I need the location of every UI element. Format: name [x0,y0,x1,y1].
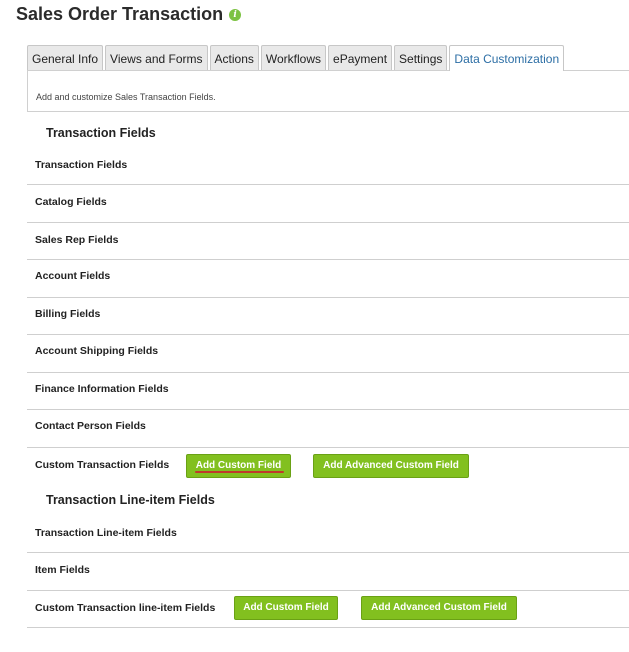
field-row-label: Item Fields [35,564,90,576]
field-row-label: Catalog Fields [35,196,107,208]
tab-data-customization[interactable]: Data Customization [449,45,565,71]
section-heading-line-item-fields: Transaction Line-item Fields [46,493,215,507]
tab-bar: General Info Views and Forms Actions Wor… [27,45,566,71]
field-row-label: Account Shipping Fields [35,345,159,357]
tab-epayment[interactable]: ePayment [328,45,393,70]
annotation-underline [195,471,284,473]
section-heading-transaction-fields: Transaction Fields [46,126,156,140]
field-row-label: Transaction Line-item Fields [35,527,177,539]
field-row-label: Contact Person Fields [35,420,146,432]
field-row[interactable]: Sales Rep Fields [27,223,629,260]
field-row[interactable]: Catalog Fields [27,185,629,223]
field-row[interactable]: Account Fields [27,260,629,298]
add-custom-field-label: Add Custom Field [195,460,282,471]
page-title: Sales Order Transaction i [16,4,242,25]
field-row-label: Finance Information Fields [35,383,169,395]
tab-workflows[interactable]: Workflows [260,45,327,70]
description-panel: Add and customize Sales Transaction Fiel… [27,70,629,112]
field-row-label: Account Fields [35,270,111,282]
field-row-label: Sales Rep Fields [35,234,119,246]
add-custom-field-button[interactable]: Add Custom Field [186,454,291,478]
tab-settings[interactable]: Settings [394,45,448,70]
field-row-label: Transaction Fields [35,159,128,171]
tab-views-and-forms[interactable]: Views and Forms [105,45,208,70]
field-row[interactable]: Transaction Fields [27,148,629,185]
add-custom-line-item-field-button[interactable]: Add Custom Field [234,596,338,620]
add-advanced-custom-field-button[interactable]: Add Advanced Custom Field [313,454,469,478]
field-row[interactable]: Billing Fields [27,298,629,335]
tab-actions[interactable]: Actions [209,45,259,70]
field-row[interactable]: Account Shipping Fields [27,335,629,373]
add-advanced-custom-line-item-field-button[interactable]: Add Advanced Custom Field [361,596,517,620]
field-row-label: Custom Transaction Fields [35,459,170,471]
info-icon[interactable]: i [229,8,242,21]
field-row[interactable]: Finance Information Fields [27,373,629,410]
tab-general-info[interactable]: General Info [27,45,104,70]
field-row[interactable]: Transaction Line-item Fields [27,515,629,553]
description-text: Add and customize Sales Transaction Fiel… [36,92,216,102]
field-row[interactable]: Item Fields [27,553,629,591]
field-row[interactable]: Contact Person Fields [27,410,629,448]
field-row-label: Custom Transaction line-item Fields [35,602,216,614]
field-row-label: Billing Fields [35,308,101,320]
page-title-text: Sales Order Transaction [16,4,224,24]
